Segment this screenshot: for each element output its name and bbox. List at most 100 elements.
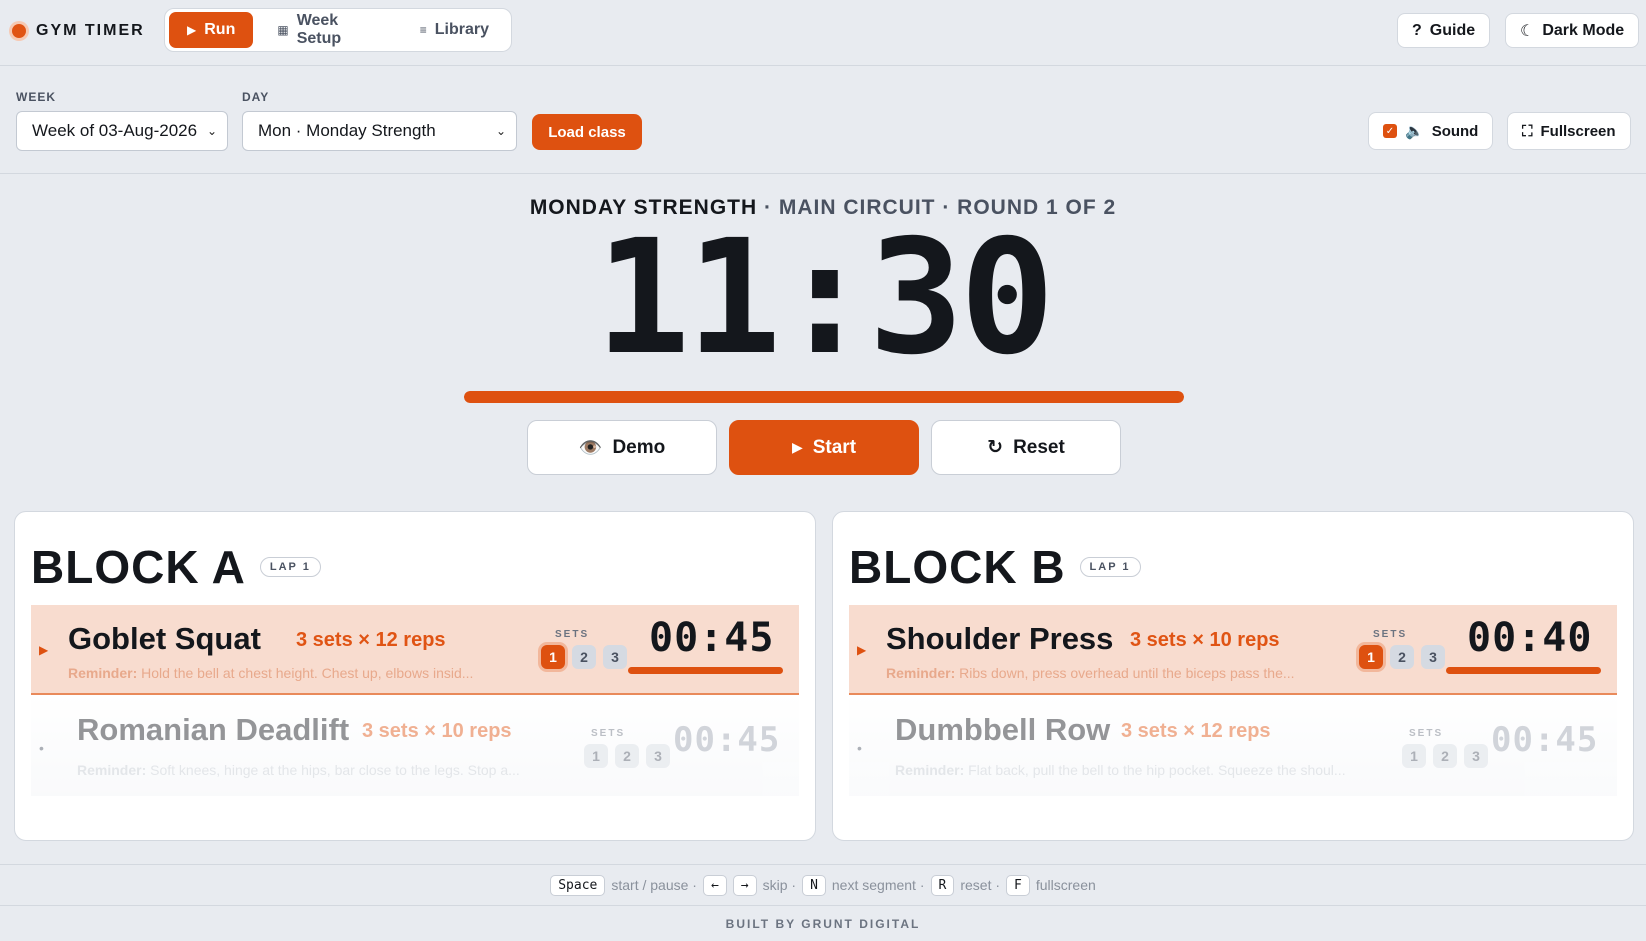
main-progress-fill [464,391,1184,403]
shortcut-desc: start / pause · [611,877,697,893]
tab-run[interactable]: ▶ Run [169,12,254,48]
chevron-down-icon: ⌄ [206,124,217,138]
dark-mode-label: Dark Mode [1542,21,1625,39]
set-chip[interactable]: 3 [603,645,627,669]
set-chip[interactable]: 3 [1421,645,1445,669]
tab-week-setup-label: Week Setup [296,12,342,47]
set-chip: 2 [1433,744,1457,768]
set-chip: 1 [1402,744,1426,768]
lap-badge: LAP 1 [1079,557,1141,577]
sets-label: SETS [591,728,626,739]
eye-icon: 👁️ [578,437,603,459]
block-b-card: BLOCK B LAP 1 ▶ Shoulder Press 3 sets × … [832,511,1634,841]
exercise-scheme: 3 sets × 12 reps [1121,720,1271,742]
day-label: DAY [242,90,270,104]
play-icon: ▶ [791,439,803,455]
tab-run-label: Run [204,21,236,38]
block-a-header: BLOCK A LAP 1 [31,540,321,594]
exercise-name: Goblet Squat [68,621,261,656]
week-select-value: Week of 03-Aug-2026 [32,121,198,140]
exercise-name: Shoulder Press [886,621,1114,656]
exercise-progress-bar [1446,667,1601,674]
bullet-marker-icon: • [39,740,44,756]
play-marker-icon: ▶ [39,643,49,657]
sound-label: Sound [1431,122,1479,140]
help-icon: ? [1412,21,1422,39]
exercise-name: Dumbbell Row [895,712,1111,747]
set-chips: 1 2 3 [584,744,670,768]
exercise-progress-bar [628,667,783,674]
dark-mode-button[interactable]: ☾ Dark Mode [1505,13,1640,48]
block-title: BLOCK A [31,541,246,593]
tab-library[interactable]: ≡ Library [402,12,507,48]
key-f: F [1006,874,1030,896]
play-icon: ▶ [187,23,197,37]
app-title: GYM TIMER [36,22,145,39]
sets-label: SETS [1409,728,1444,739]
exercise-scheme: 3 sets × 12 reps [296,629,446,651]
week-select[interactable]: Week of 03-Aug-2026 ⌄ [16,111,228,151]
lap-badge: LAP 1 [259,557,321,577]
key-r: R [930,874,955,896]
start-button[interactable]: ▶ Start [729,420,919,475]
sets-label: SETS [555,629,590,640]
sound-toggle[interactable]: ✓ 🔈 Sound [1368,112,1494,150]
play-marker-icon: ▶ [857,643,867,657]
list-icon: ≡ [419,23,427,37]
key-left-arrow: ← [702,874,727,896]
exercise-scheme: 3 sets × 10 reps [362,720,512,742]
exercise-timer: 00:45 [649,615,775,661]
exercise-reminder: Reminder: Flat back, pull the bell to th… [895,762,1345,778]
exercise-progress-fill [628,667,783,674]
exercise-timer: 00:45 [673,720,781,760]
keyboard-shortcuts: Space start / pause · ← → skip · N next … [0,864,1646,906]
reminder-label: Reminder: [886,665,956,681]
brand: GYM TIMER [12,22,145,40]
set-chip[interactable]: 2 [1390,645,1414,669]
set-chip: 2 [615,744,639,768]
set-chip[interactable]: 1 [541,645,565,669]
next-exercise[interactable]: • Romanian Deadlift 3 sets × 10 reps Rem… [31,696,799,796]
active-exercise[interactable]: ▶ Goblet Squat 3 sets × 12 reps Reminder… [31,605,799,695]
speaker-icon: 🔈 [1405,123,1424,140]
set-chip: 3 [646,744,670,768]
shortcut-desc: skip · [762,877,797,893]
brand-dot-icon [12,24,26,38]
load-class-button[interactable]: Load class [532,114,642,150]
set-chip: 3 [1464,744,1488,768]
bullet-marker-icon: • [857,740,862,756]
tab-week-setup[interactable]: ▦ Week Setup [259,12,395,48]
day-select[interactable]: Mon · Monday Strength ⌄ [242,111,517,151]
set-chip[interactable]: 1 [1359,645,1383,669]
day-select-value: Mon · Monday Strength [258,121,436,140]
guide-button[interactable]: ? Guide [1397,13,1491,48]
shortcut-desc: next segment · [831,877,925,893]
set-chip: 1 [584,744,608,768]
grid-icon: ▦ [277,23,289,37]
exercise-reminder: Reminder: Soft knees, hinge at the hips,… [77,762,527,778]
exercise-timer: 00:45 [1491,720,1599,760]
reset-button[interactable]: ↻ Reset [931,420,1121,475]
demo-label: Demo [612,436,666,458]
block-b-header: BLOCK B LAP 1 [849,540,1141,594]
fullscreen-label: Fullscreen [1540,122,1616,140]
sound-checkbox[interactable]: ✓ [1383,124,1397,138]
reminder-text: Flat back, pull the bell to the hip pock… [968,762,1345,778]
key-space: Space [550,874,606,896]
fullscreen-icon: ⛶ [1522,122,1533,140]
block-a-card: BLOCK A LAP 1 ▶ Goblet Squat 3 sets × 12… [14,511,816,841]
set-chip[interactable]: 2 [572,645,596,669]
exercise-timer: 00:40 [1467,615,1593,661]
exercise-reminder: Reminder: Ribs down, press overhead unti… [886,665,1336,681]
exercise-name: Romanian Deadlift [77,712,350,747]
shortcut-desc: fullscreen [1035,877,1096,893]
next-exercise[interactable]: • Dumbbell Row 3 sets × 12 reps Reminder… [849,696,1617,796]
fullscreen-button[interactable]: ⛶ Fullscreen [1507,112,1631,150]
set-chips: 1 2 3 [1402,744,1488,768]
active-exercise[interactable]: ▶ Shoulder Press 3 sets × 10 reps Remind… [849,605,1617,695]
demo-button[interactable]: 👁️ Demo [527,420,717,475]
reset-icon: ↻ [987,437,1004,458]
set-chips: 1 2 3 [541,645,627,669]
guide-label: Guide [1429,21,1476,39]
key-n: N [802,874,826,896]
